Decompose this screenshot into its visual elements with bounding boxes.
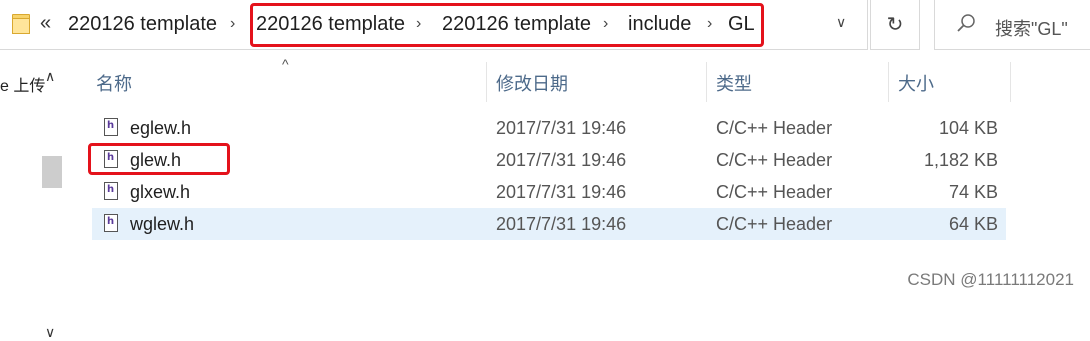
breadcrumb-overflow-button[interactable]: « <box>40 12 51 35</box>
refresh-icon: ↻ <box>886 14 904 36</box>
header-file-icon <box>104 118 118 136</box>
column-divider[interactable] <box>1010 62 1011 102</box>
scroll-thumb[interactable] <box>42 156 62 188</box>
file-date: 2017/7/31 19:46 <box>496 118 627 138</box>
file-size: 74 KB <box>948 182 998 202</box>
column-header-name[interactable]: 名称 <box>96 70 132 96</box>
file-size: 1,182 KB <box>923 150 998 170</box>
search-box[interactable]: 搜索"GL" <box>934 0 1090 50</box>
file-size: 104 KB <box>938 118 998 138</box>
file-type: C/C++ Header <box>716 118 833 138</box>
nav-item-upload[interactable]: e 上传 <box>0 72 45 96</box>
file-name: glxew.h <box>130 182 191 202</box>
file-date: 2017/7/31 19:46 <box>496 182 627 202</box>
file-row-selected[interactable]: wglew.h 2017/7/31 19:46 C/C++ Header 64 … <box>92 208 1006 240</box>
scroll-down-icon[interactable]: ∨ <box>45 324 55 341</box>
file-type: C/C++ Header <box>716 150 833 170</box>
column-header-date[interactable]: 修改日期 <box>496 70 568 96</box>
file-name: wglew.h <box>130 214 195 234</box>
file-size: 64 KB <box>948 214 998 234</box>
file-type: C/C++ Header <box>716 182 833 202</box>
refresh-button[interactable]: ↻ <box>870 0 920 50</box>
search-icon <box>957 14 975 32</box>
column-divider[interactable] <box>888 62 889 102</box>
header-file-icon <box>104 214 118 232</box>
scroll-up-icon[interactable]: ∧ <box>45 68 55 85</box>
address-bar[interactable]: « 220126 template › 220126 template › 22… <box>0 0 868 50</box>
folder-icon <box>12 14 30 34</box>
sort-ascending-icon: ^ <box>282 56 289 72</box>
highlight-box-path <box>250 3 764 47</box>
file-row[interactable]: glxew.h 2017/7/31 19:46 C/C++ Header 74 … <box>92 176 1006 208</box>
chevron-right-icon[interactable]: › <box>230 15 235 33</box>
search-placeholder: 搜索"GL" <box>995 19 1068 39</box>
file-name: eglew.h <box>130 118 192 138</box>
chevron-down-icon[interactable]: ∨ <box>836 14 846 31</box>
header-file-icon <box>104 182 118 200</box>
highlight-box-file <box>88 143 230 175</box>
column-divider[interactable] <box>486 62 487 102</box>
breadcrumb-item[interactable]: 220126 template <box>68 13 217 36</box>
column-header-type[interactable]: 类型 <box>716 70 752 96</box>
file-date: 2017/7/31 19:46 <box>496 150 627 170</box>
column-header-size[interactable]: 大小 <box>898 70 934 96</box>
file-row[interactable]: eglew.h 2017/7/31 19:46 C/C++ Header 104… <box>92 112 1006 144</box>
nav-scrollbar[interactable]: ∧ ∨ <box>40 60 66 340</box>
file-type: C/C++ Header <box>716 214 833 234</box>
column-divider[interactable] <box>706 62 707 102</box>
file-date: 2017/7/31 19:46 <box>496 214 627 234</box>
watermark: CSDN @11111112021 <box>907 270 1074 289</box>
